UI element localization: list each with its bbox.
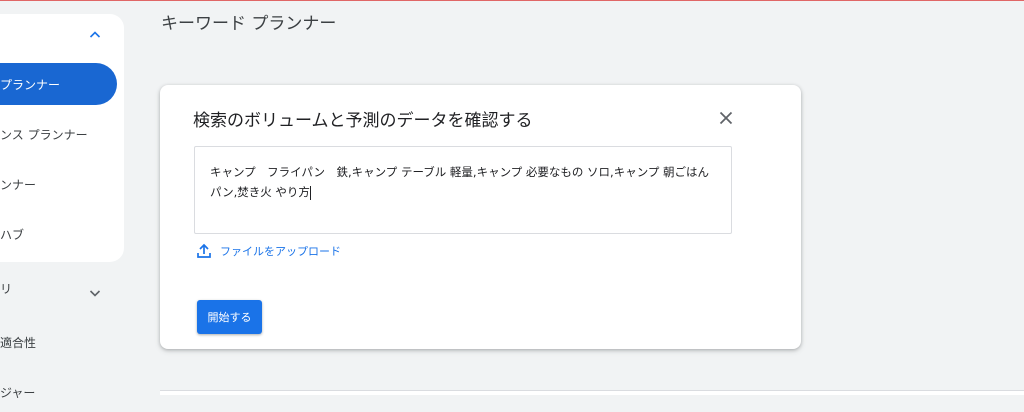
- sidebar-item-suitability[interactable]: 適合性: [0, 322, 36, 362]
- page-title: キーワード プランナー: [161, 14, 337, 34]
- sidebar-item-label: ハブ: [0, 227, 25, 242]
- forecast-dialog: 検索のボリュームと予測のデータを確認する キャンプ フライパン 鉄,キャンプ テ…: [160, 85, 801, 349]
- dialog-title: 検索のボリュームと予測のデータを確認する: [193, 111, 533, 131]
- sidebar-item-label: 適合性: [0, 335, 37, 350]
- sidebar-item-manager[interactable]: ジャー: [0, 372, 35, 412]
- upload-label: ファイルをアップロード: [220, 245, 341, 258]
- top-border: [0, 0, 1024, 1]
- start-button[interactable]: 開始する: [197, 300, 262, 334]
- results-card-edge: [160, 390, 1024, 395]
- sidebar-item-hub[interactable]: ハブ: [0, 214, 24, 254]
- keywords-value: キャンプ フライパン 鉄,キャンプ テーブル 軽量,キャンプ 必要なもの ソロ,…: [210, 165, 713, 199]
- keywords-input[interactable]: キャンプ フライパン 鉄,キャンプ テーブル 軽量,キャンプ 必要なもの ソロ,…: [194, 146, 732, 234]
- sidebar-item-reach-planner[interactable]: ンス プランナー: [0, 114, 88, 154]
- sidebar-item-label: ジャー: [0, 385, 36, 400]
- sidebar-section-label: リ: [0, 282, 13, 296]
- chevron-down-icon[interactable]: [86, 284, 104, 302]
- sidebar-section-header[interactable]: リ: [0, 280, 12, 297]
- sidebar-item-keyword-planner[interactable]: プランナー: [0, 63, 117, 105]
- sidebar-item-label: プランナー: [0, 77, 61, 92]
- sidebar-item-planner[interactable]: ンナー: [0, 164, 36, 204]
- close-icon[interactable]: [715, 107, 737, 129]
- upload-icon: [197, 243, 211, 258]
- sidebar-item-label: ンナー: [0, 177, 37, 192]
- chevron-up-icon[interactable]: [86, 26, 104, 44]
- text-caret: [309, 185, 311, 200]
- sidebar-item-label: ンス プランナー: [0, 127, 88, 142]
- start-button-label: 開始する: [207, 311, 252, 324]
- upload-file-link[interactable]: ファイルをアップロード: [196, 243, 341, 259]
